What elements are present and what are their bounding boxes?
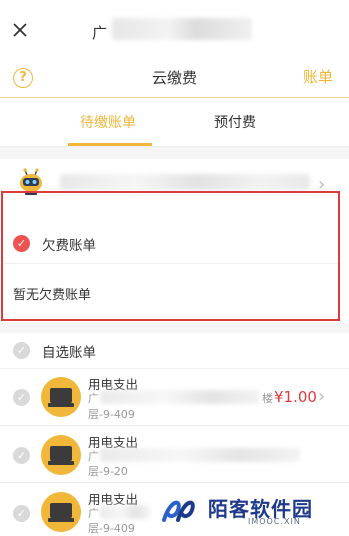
redacted-address [100, 505, 150, 519]
tab-prepaid[interactable]: 预付费 [214, 112, 256, 132]
row-divider [0, 482, 349, 483]
bill-amount: ¥1.00 [274, 388, 317, 406]
bill-check-icon[interactable]: ✓ [13, 389, 30, 406]
bill-check-icon[interactable]: ✓ [13, 505, 30, 522]
section-spacer [0, 147, 349, 159]
watermark-logo-icon [162, 500, 195, 522]
bill-room: 层-9-409 [88, 408, 135, 421]
electricity-bill-icon [41, 377, 81, 417]
redacted-account-info [60, 174, 310, 190]
redacted-title [112, 18, 252, 40]
bills-link[interactable]: 账单 [303, 66, 333, 87]
header-divider [0, 97, 349, 98]
electricity-bill-icon [41, 435, 81, 475]
optional-bills-label: 自选账单 [42, 345, 96, 361]
window-title: 广 [92, 24, 108, 42]
bill-room: 层-9-20 [88, 465, 128, 478]
watermark-url: IMOOC.XIN [248, 517, 301, 526]
close-icon[interactable] [10, 20, 30, 40]
bill-address-tail: 楼 [262, 392, 273, 405]
optional-divider [0, 368, 349, 369]
section-spacer-2 [0, 323, 349, 333]
arrears-bills-label: 欠费账单 [42, 238, 96, 254]
chevron-right-icon[interactable]: › [318, 386, 325, 407]
redacted-address [100, 448, 300, 462]
row-divider [0, 425, 349, 426]
bill-check-icon[interactable]: ✓ [13, 447, 30, 464]
bill-address-char: 广 [88, 507, 99, 520]
arrears-divider [4, 263, 337, 264]
tab-pending-bills[interactable]: 待缴账单 [80, 112, 136, 132]
check-circle-icon[interactable]: ✓ [13, 235, 30, 252]
bill-address-char: 广 [88, 450, 99, 463]
electricity-bill-icon [41, 492, 81, 532]
bill-address-char: 广 [88, 392, 99, 405]
no-arrears-text: 暂无欠费账单 [13, 288, 92, 303]
bill-room: 层-9-409 [88, 522, 135, 535]
select-all-check-icon[interactable]: ✓ [13, 342, 30, 359]
redacted-address [100, 390, 260, 404]
page-title: 云缴费 [151, 69, 197, 87]
